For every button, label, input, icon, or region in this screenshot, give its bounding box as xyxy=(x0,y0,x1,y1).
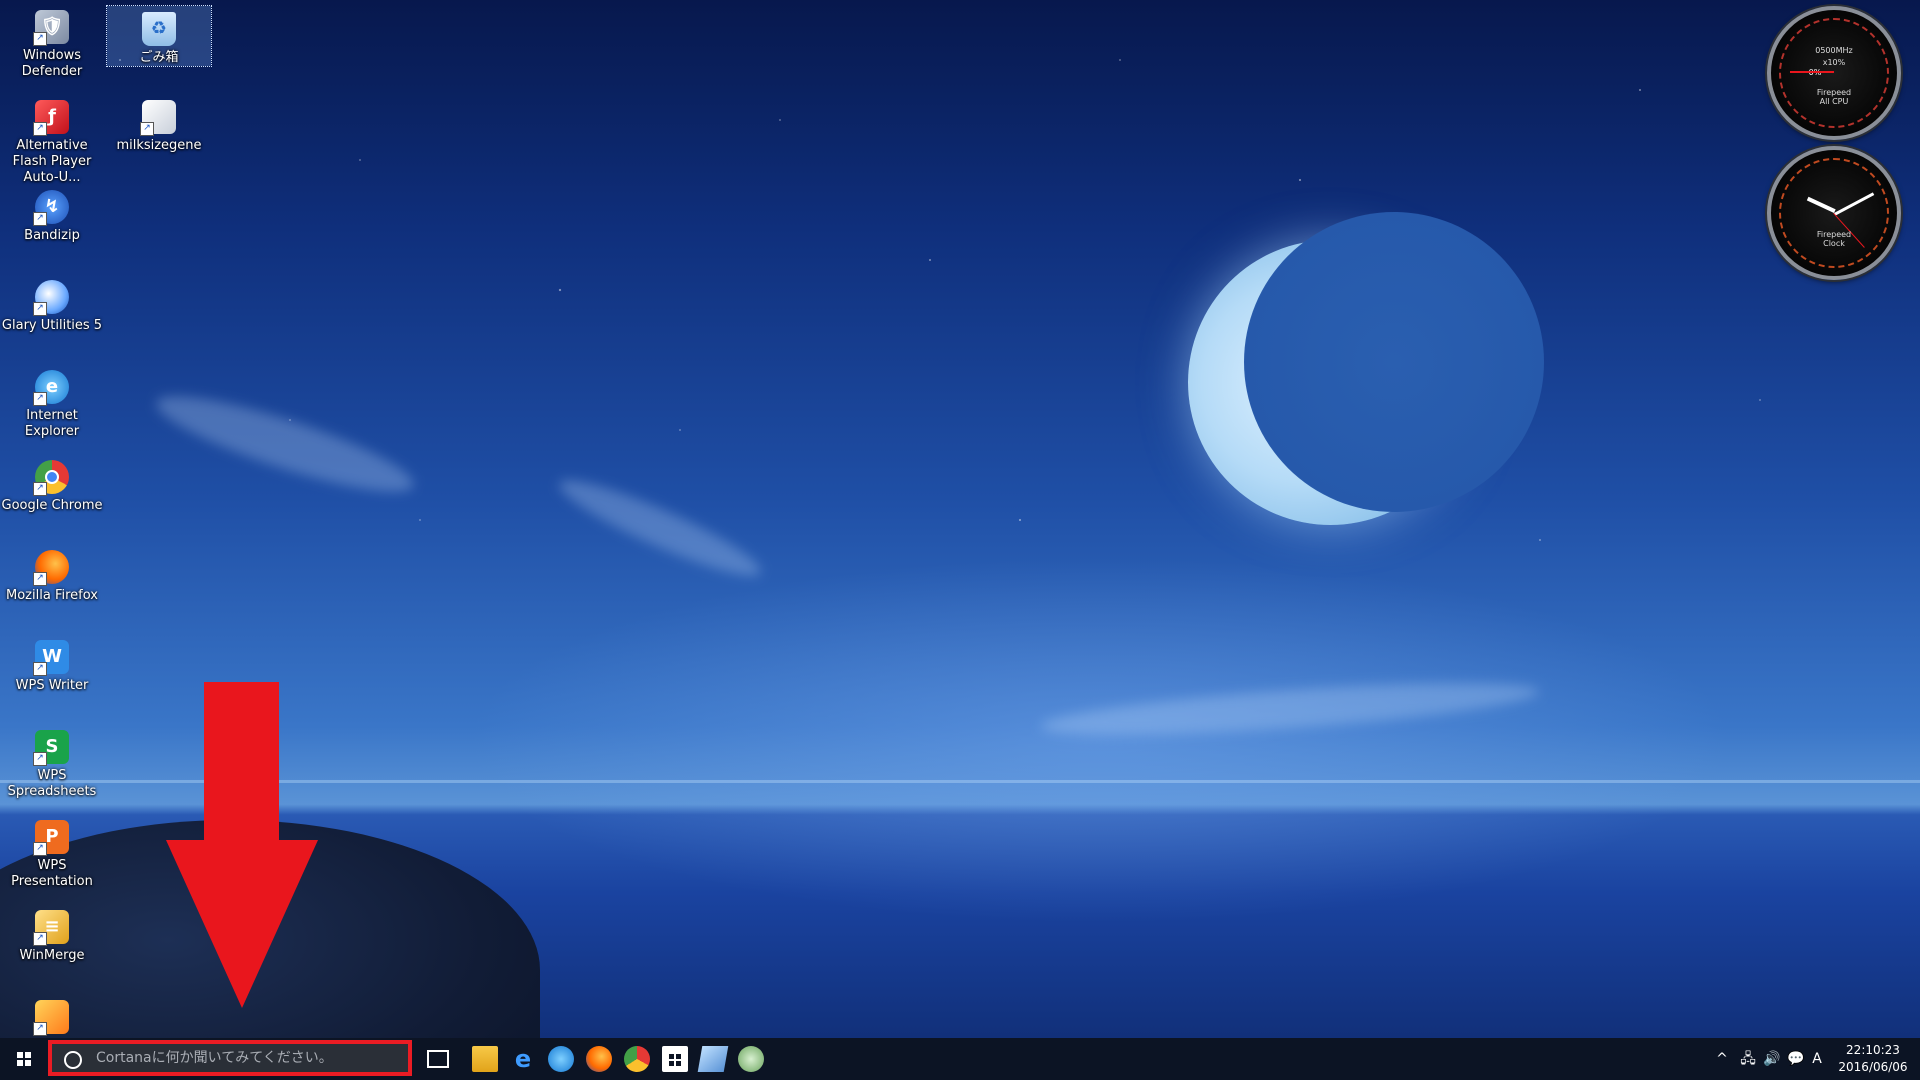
volume-icon[interactable]: 🔊 xyxy=(1760,1038,1784,1080)
firefox-icon: ↗ xyxy=(33,550,69,586)
store-icon[interactable] xyxy=(662,1046,688,1072)
desktop-icon-label: Windows Defender xyxy=(21,48,83,79)
clock-date: 2016/06/06 xyxy=(1838,1060,1908,1074)
flash-player-icon: ƒ ↗ xyxy=(33,100,69,136)
desktop-icon-google-chrome[interactable]: ↗ Google Chrome xyxy=(0,454,104,514)
desktop-icon-flash-player[interactable]: ƒ ↗ Alternative Flash Player Auto-U... xyxy=(0,94,104,186)
glary-utilities-icon: ↗ xyxy=(33,280,69,316)
windows-logo-icon xyxy=(17,1052,31,1066)
internet-explorer-icon: e ↗ xyxy=(33,370,69,406)
desktop-icon-wps-spreadsheets[interactable]: S ↗ WPS Spreadsheets xyxy=(0,724,104,800)
task-view-icon[interactable] xyxy=(427,1050,449,1068)
chrome-icon: ↗ xyxy=(33,460,69,496)
desktop: 🛡 ↗ Windows Defender ƒ ↗ Alternative Flash… xyxy=(0,0,1920,1038)
desktop-icon-wps-presentation[interactable]: P ↗ WPS Presentation xyxy=(0,814,104,890)
starry-sky xyxy=(0,0,1920,760)
recycle-bin-icon: ♻ xyxy=(142,12,176,46)
desktop-icon-windows-defender[interactable]: 🛡 ↗ Windows Defender xyxy=(0,4,104,80)
cortana-icon xyxy=(64,1051,82,1069)
desktop-icon-recycle-bin[interactable]: ♻ ごみ箱 xyxy=(106,5,212,67)
desktop-icon-label: Alternative Flash Player Auto-U... xyxy=(12,138,92,185)
gadget-caption: Clock xyxy=(1823,239,1845,248)
desktop-icon-label: WPS Presentation xyxy=(11,858,93,889)
desktop-icon-label: WinMerge xyxy=(19,948,85,963)
desktop-icon-label: Mozilla Firefox xyxy=(6,588,98,603)
clock-time: 22:10:23 xyxy=(1846,1043,1900,1057)
app-taskbar-icon[interactable] xyxy=(697,1046,729,1072)
edge-icon[interactable]: e xyxy=(510,1046,536,1072)
gadget-brand: Firepeed xyxy=(1816,230,1852,239)
cpu-speed: 0500MHz xyxy=(1815,46,1853,55)
wps-writer-icon: W ↗ xyxy=(33,640,69,676)
desktop-icon-mozilla-firefox[interactable]: ↗ Mozilla Firefox xyxy=(0,544,104,604)
desktop-icon-label: Google Chrome xyxy=(1,498,103,513)
desktop-icon-label: ごみ箱 xyxy=(139,50,179,65)
action-center-icon[interactable]: 💬 xyxy=(1784,1038,1808,1080)
desktop-icon-wps-writer[interactable]: W ↗ WPS Writer xyxy=(0,634,104,694)
desktop-icon-label: Glary Utilities 5 xyxy=(1,318,103,333)
desktop-icon-label: WPS Writer xyxy=(15,678,89,693)
gadget-caption: All CPU xyxy=(1819,97,1849,106)
internet-explorer-taskbar-icon[interactable] xyxy=(548,1046,574,1072)
desktop-icon-label: WPS Spreadsheets xyxy=(7,768,97,799)
desktop-icon-winmerge[interactable]: ≡ ↗ WinMerge xyxy=(0,904,104,964)
desktop-icon-glary-utilities[interactable]: ↗ Glary Utilities 5 xyxy=(0,274,104,334)
app-icon: ↗ xyxy=(33,1000,69,1036)
desktop-icon-label: Bandizip xyxy=(24,228,80,243)
horizon xyxy=(0,780,1920,783)
file-explorer-icon[interactable] xyxy=(472,1046,498,1072)
desktop-icon-label: milksizegene xyxy=(116,138,202,153)
annotation-arrow-shaft xyxy=(204,682,279,842)
desktop-icon-label: Internet Explorer xyxy=(24,408,80,439)
wps-presentation-icon: P ↗ xyxy=(33,820,69,856)
wps-spreadsheets-icon: S ↗ xyxy=(33,730,69,766)
taskbar-clock[interactable]: 22:10:23 2016/06/06 xyxy=(1826,1042,1920,1076)
milksizegene-icon: ↗ xyxy=(140,100,176,136)
desktop-icon-partial[interactable]: ↗ xyxy=(0,994,104,1036)
annotation-arrow-head xyxy=(166,840,318,1008)
desktop-icon-bandizip[interactable]: ↯ ↗ Bandizip xyxy=(0,184,104,244)
bandizip-icon: ↯ ↗ xyxy=(33,190,69,226)
show-hidden-icons-chevron-icon[interactable]: ^ xyxy=(1710,1038,1734,1080)
firefox-taskbar-icon[interactable] xyxy=(586,1046,612,1072)
clock-gadget[interactable]: Firepeed Clock xyxy=(1767,146,1901,280)
chrome-taskbar-icon[interactable] xyxy=(624,1046,650,1072)
gadget-brand: Firepeed xyxy=(1816,88,1852,97)
winmerge-icon: ≡ ↗ xyxy=(33,910,69,946)
network-icon[interactable]: 🖧 xyxy=(1736,1038,1760,1080)
windows-defender-icon: 🛡 ↗ xyxy=(33,10,69,46)
start-button[interactable] xyxy=(0,1038,48,1080)
cpu-percent: x10% xyxy=(1822,58,1846,67)
moon-shadow xyxy=(1244,212,1544,512)
desktop-icon-internet-explorer[interactable]: e ↗ Internet Explorer xyxy=(0,364,104,440)
cpu-meter-gadget[interactable]: 0500MHz x10% 0% Firepeed All CPU xyxy=(1767,6,1901,140)
search-placeholder: Cortanaに何か聞いてみてください。 xyxy=(96,1050,333,1066)
desktop-icon-milksizegene[interactable]: ↗ milksizegene xyxy=(107,94,211,154)
taskbar: Cortanaに何か聞いてみてください。 e ^ 🖧 🔊 💬 A 22:10:2… xyxy=(0,1038,1920,1080)
cortana-search-box[interactable]: Cortanaに何か聞いてみてください。 xyxy=(48,1040,412,1076)
app-taskbar-icon-2[interactable] xyxy=(738,1046,764,1072)
ime-indicator[interactable]: A xyxy=(1808,1038,1826,1080)
cpu-needle xyxy=(1790,71,1834,73)
